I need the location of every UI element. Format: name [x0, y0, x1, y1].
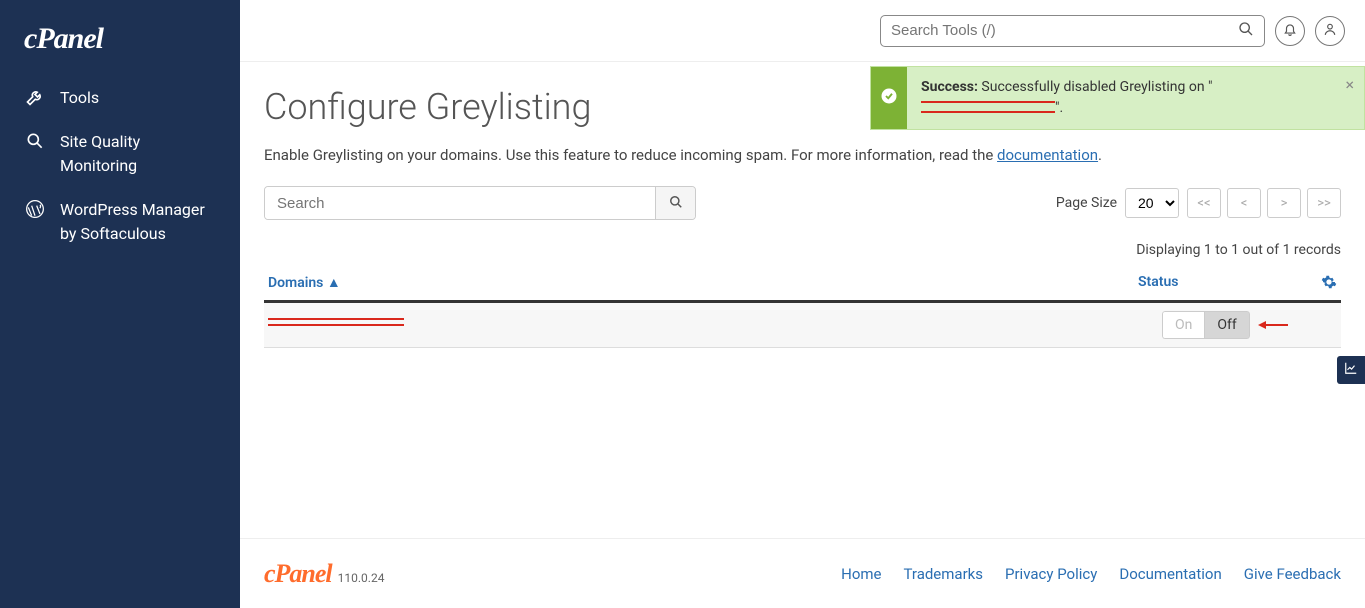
status-cell: On Off: [1162, 311, 1337, 339]
close-icon[interactable]: ×: [1345, 75, 1354, 94]
page-size-label: Page Size: [1056, 195, 1117, 211]
alert-text: Success: Successfully disabled Greylisti…: [907, 67, 1364, 129]
search-tools-input[interactable]: [891, 22, 1238, 39]
footer-link-home[interactable]: Home: [841, 565, 881, 583]
success-alert: Success: Successfully disabled Greylisti…: [870, 66, 1365, 130]
column-header-status: Status: [1138, 274, 1313, 294]
footer-left: cPanel 110.0.24: [264, 559, 384, 589]
footer-link-feedback[interactable]: Give Feedback: [1244, 565, 1341, 583]
pagination: Page Size 20 << < > >>: [1056, 188, 1341, 218]
last-page-button[interactable]: >>: [1307, 188, 1341, 218]
table-row: On Off: [264, 303, 1341, 348]
domain-search-container: [264, 186, 696, 220]
sidebar-item-label: WordPress Manager by Softaculous: [60, 198, 216, 246]
side-tab-button[interactable]: [1337, 356, 1365, 384]
documentation-link[interactable]: documentation: [997, 146, 1098, 164]
gear-icon: [1321, 278, 1337, 294]
sidebar: cPanel Tools Site Quality Monitoring Wor…: [0, 0, 240, 608]
controls-row: Page Size 20 << < > >>: [264, 186, 1341, 220]
page-buttons: << < > >>: [1187, 188, 1341, 218]
redacted-domain: [921, 101, 1055, 113]
cpanel-logo: cPanel: [0, 12, 240, 76]
sidebar-item-tools[interactable]: Tools: [0, 76, 240, 120]
content-area: Success: Successfully disabled Greylisti…: [240, 62, 1365, 538]
arrow-annotation-icon: [1258, 315, 1288, 336]
footer: cPanel 110.0.24 Home Trademarks Privacy …: [240, 538, 1365, 608]
cpanel-logo-footer: cPanel: [264, 559, 332, 589]
check-circle-icon: [880, 87, 898, 109]
prev-page-button[interactable]: <: [1227, 188, 1261, 218]
wordpress-icon: [24, 198, 46, 220]
sidebar-item-label: Tools: [60, 86, 99, 110]
table-header: Domains ▲ Status: [264, 268, 1341, 303]
sidebar-item-wordpress[interactable]: WordPress Manager by Softaculous: [0, 188, 240, 256]
tools-icon: [24, 86, 46, 108]
toggle-on-button[interactable]: On: [1162, 311, 1204, 339]
first-page-button[interactable]: <<: [1187, 188, 1221, 218]
search-tools-container: [880, 15, 1265, 47]
domain-search-input[interactable]: [265, 187, 655, 219]
footer-links: Home Trademarks Privacy Policy Documenta…: [841, 565, 1341, 583]
user-button[interactable]: [1315, 16, 1345, 46]
column-header-domains[interactable]: Domains ▲: [268, 274, 1138, 294]
footer-link-privacy[interactable]: Privacy Policy: [1005, 565, 1097, 583]
search-icon[interactable]: [1238, 21, 1254, 41]
displaying-text: Displaying 1 to 1 out of 1 records: [264, 242, 1341, 258]
magnifier-icon: [24, 130, 46, 152]
footer-link-documentation[interactable]: Documentation: [1119, 565, 1221, 583]
sidebar-item-site-quality[interactable]: Site Quality Monitoring: [0, 120, 240, 188]
sidebar-item-label: Site Quality Monitoring: [60, 130, 216, 178]
page-size-select[interactable]: 20: [1125, 188, 1179, 218]
greylisting-toggle: On Off: [1162, 311, 1250, 339]
toggle-off-button[interactable]: Off: [1204, 311, 1249, 339]
version-text: 110.0.24: [338, 571, 385, 585]
domain-search-button[interactable]: [655, 187, 695, 219]
chart-icon: [1344, 361, 1358, 379]
notifications-button[interactable]: [1275, 16, 1305, 46]
next-page-button[interactable]: >: [1267, 188, 1301, 218]
bell-icon: [1283, 22, 1297, 40]
page-description: Enable Greylisting on your domains. Use …: [264, 146, 1341, 164]
domain-cell: [268, 316, 1162, 334]
topbar: [240, 0, 1365, 62]
footer-link-trademarks[interactable]: Trademarks: [904, 565, 984, 583]
user-icon: [1323, 22, 1337, 40]
table-settings-button[interactable]: [1313, 274, 1337, 294]
redacted-domain: [268, 316, 404, 330]
search-icon: [669, 195, 683, 212]
alert-icon-bar: [871, 67, 907, 129]
